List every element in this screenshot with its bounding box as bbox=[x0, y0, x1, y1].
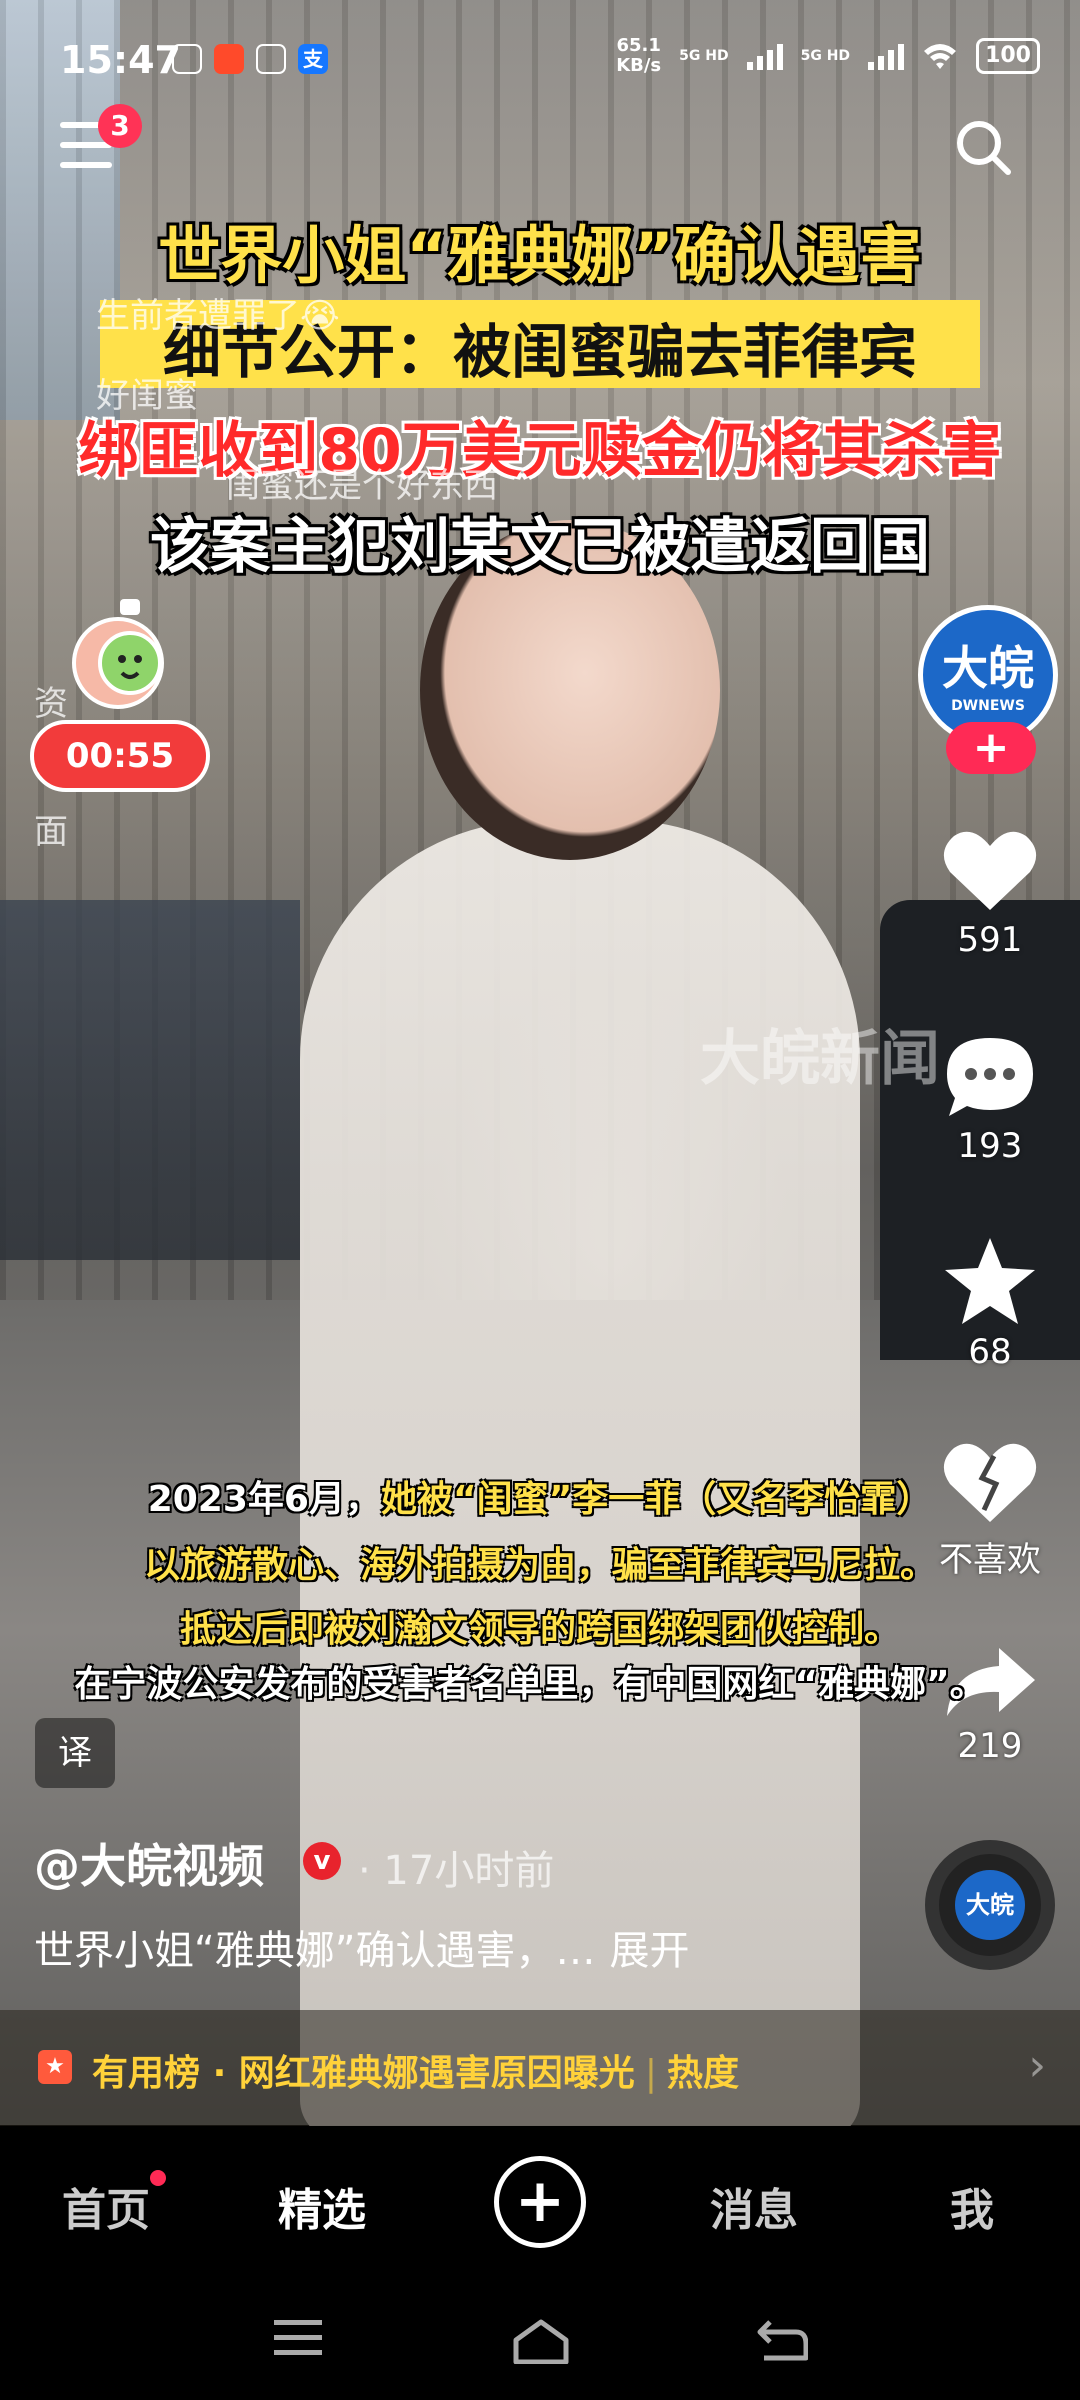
headline-line-1: 世界小姐“雅典娜”确认遇害 bbox=[158, 219, 922, 292]
timer-mascot-icon[interactable] bbox=[50, 585, 170, 715]
post-time: · 17小时前 bbox=[358, 1848, 555, 1894]
signal-icon bbox=[746, 42, 783, 70]
network-type-1: 5G HD bbox=[679, 48, 729, 64]
video-screen[interactable]: 大皖新闻 15:47 支 65.1 KB/s 5G HD 5G HD 100 3… bbox=[0, 0, 1080, 2400]
comment-button[interactable]: 193 bbox=[930, 1034, 1050, 1166]
translate-button[interactable]: 译 bbox=[35, 1718, 115, 1788]
nav-featured[interactable]: 精选 bbox=[278, 2174, 366, 2238]
danmaku-comment: 生前者遭罪了😭 bbox=[96, 296, 340, 336]
author-name[interactable]: @大皖视频 bbox=[34, 1830, 264, 1896]
ranking-heat: 热度 bbox=[666, 2053, 739, 2094]
share-count: 219 bbox=[957, 1726, 1023, 1766]
app-icon-alipay: 支 bbox=[298, 44, 328, 74]
star-icon bbox=[945, 1238, 1035, 1324]
subtitle-line-1-date: 2023年6月， bbox=[147, 1479, 381, 1520]
search-button[interactable] bbox=[954, 118, 1014, 178]
subtitle-line-4: 在宁波公安发布的受害者名单里，有中国网红“雅典娜”。 bbox=[74, 1664, 986, 1705]
app-icon-card bbox=[256, 44, 286, 74]
search-icon bbox=[957, 121, 1011, 175]
bottom-nav: 首页 精选 + 消息 我 bbox=[0, 2126, 1080, 2278]
ranking-icon: ★ bbox=[38, 2050, 72, 2084]
timer-countdown[interactable]: 00:55 bbox=[30, 720, 210, 792]
signal-icon-2 bbox=[868, 42, 905, 70]
expand-link[interactable]: 展开 bbox=[609, 1928, 689, 1974]
back-icon[interactable] bbox=[756, 2318, 808, 2362]
danmaku-comment: 好闺蜜 bbox=[96, 376, 198, 416]
network-speed: 65.1 KB/s bbox=[616, 36, 661, 76]
status-time: 15:47 bbox=[60, 38, 181, 82]
hot-ranking-bar[interactable]: ★ 有用榜 · 网红雅典娜遇害原因曝光 | 热度 › bbox=[0, 2010, 1080, 2126]
follow-button[interactable]: + bbox=[946, 722, 1036, 774]
network-type-2: 5G HD bbox=[800, 48, 851, 64]
subtitle-line-2: 以旅游散心、海外拍摄为由，骗至菲律宾马尼拉。 bbox=[143, 1545, 936, 1586]
chevron-right-icon: › bbox=[1028, 2040, 1046, 2091]
ranking-separator: | bbox=[644, 2053, 657, 2094]
subtitle-line-3: 抵达后即被刘瀚文领导的跨国绑架团伙控制。 bbox=[179, 1609, 900, 1650]
favorite-button[interactable]: 68 bbox=[930, 1236, 1050, 1372]
video-watermark: 大皖新闻 bbox=[700, 1024, 940, 1094]
home-icon[interactable] bbox=[512, 2318, 570, 2364]
system-nav-bar bbox=[0, 2278, 1080, 2400]
nav-home[interactable]: 首页 bbox=[62, 2174, 150, 2238]
ranking-topic: 网红雅典娜遇害原因曝光 bbox=[238, 2053, 635, 2094]
favorite-count: 68 bbox=[968, 1332, 1012, 1372]
hot-ranking-text: 有用榜 · 网红雅典娜遇害原因曝光 | 热度 bbox=[92, 2044, 739, 2096]
app-icon-red bbox=[214, 44, 244, 74]
nav-messages[interactable]: 消息 bbox=[710, 2174, 798, 2238]
ranking-dot: · bbox=[212, 2053, 227, 2094]
heart-icon bbox=[943, 831, 1037, 910]
status-right: 65.1 KB/s 5G HD 5G HD 100 bbox=[616, 36, 1040, 76]
menu-icon[interactable] bbox=[272, 2318, 324, 2358]
danmaku-comment: 闺蜜还是个好东西 bbox=[226, 466, 498, 506]
crowd-area bbox=[0, 900, 300, 1260]
music-disc[interactable]: 大皖 bbox=[925, 1840, 1055, 1970]
nav-me[interactable]: 我 bbox=[950, 2174, 994, 2238]
nav-home-dot bbox=[150, 2170, 166, 2186]
ranking-label: 有用榜 bbox=[92, 2053, 201, 2094]
status-bar: 15:47 支 65.1 KB/s 5G HD 5G HD 100 bbox=[0, 0, 1080, 120]
speed-value: 65.1 bbox=[616, 35, 661, 56]
nav-add-button[interactable]: + bbox=[494, 2156, 586, 2248]
post-description[interactable]: 世界小姐“雅典娜”确认遇害，… 展开 bbox=[34, 1918, 689, 1976]
avatar-title: 大皖 bbox=[942, 641, 1034, 695]
verified-badge: v bbox=[303, 1842, 341, 1880]
speed-unit: KB/s bbox=[616, 55, 662, 76]
music-disc-label: 大皖 bbox=[955, 1870, 1025, 1940]
comment-icon bbox=[947, 1038, 1033, 1116]
subtitle-line-1-text: 她被“闺蜜”李一菲（又名李怡霏） bbox=[380, 1479, 933, 1520]
danmaku-comment: 面 bbox=[34, 812, 68, 852]
like-count: 591 bbox=[957, 920, 1023, 960]
battery-indicator: 100 bbox=[976, 38, 1040, 74]
avatar-subtitle: DWNEWS bbox=[951, 698, 1025, 714]
like-button[interactable]: 591 bbox=[930, 828, 1050, 960]
headline-line-4: 该案主犯刘某文已被遣返回国 bbox=[150, 512, 930, 582]
menu-badge: 3 bbox=[98, 104, 142, 148]
description-text: 世界小姐“雅典娜”确认遇害，… bbox=[34, 1928, 596, 1974]
subtitle-line-1: 2023年6月，她被“闺蜜”李一菲（又名李怡霏） bbox=[0, 1470, 1080, 1522]
app-icon-chat bbox=[172, 44, 202, 74]
wifi-icon bbox=[924, 44, 957, 69]
comment-count: 193 bbox=[957, 1126, 1023, 1166]
